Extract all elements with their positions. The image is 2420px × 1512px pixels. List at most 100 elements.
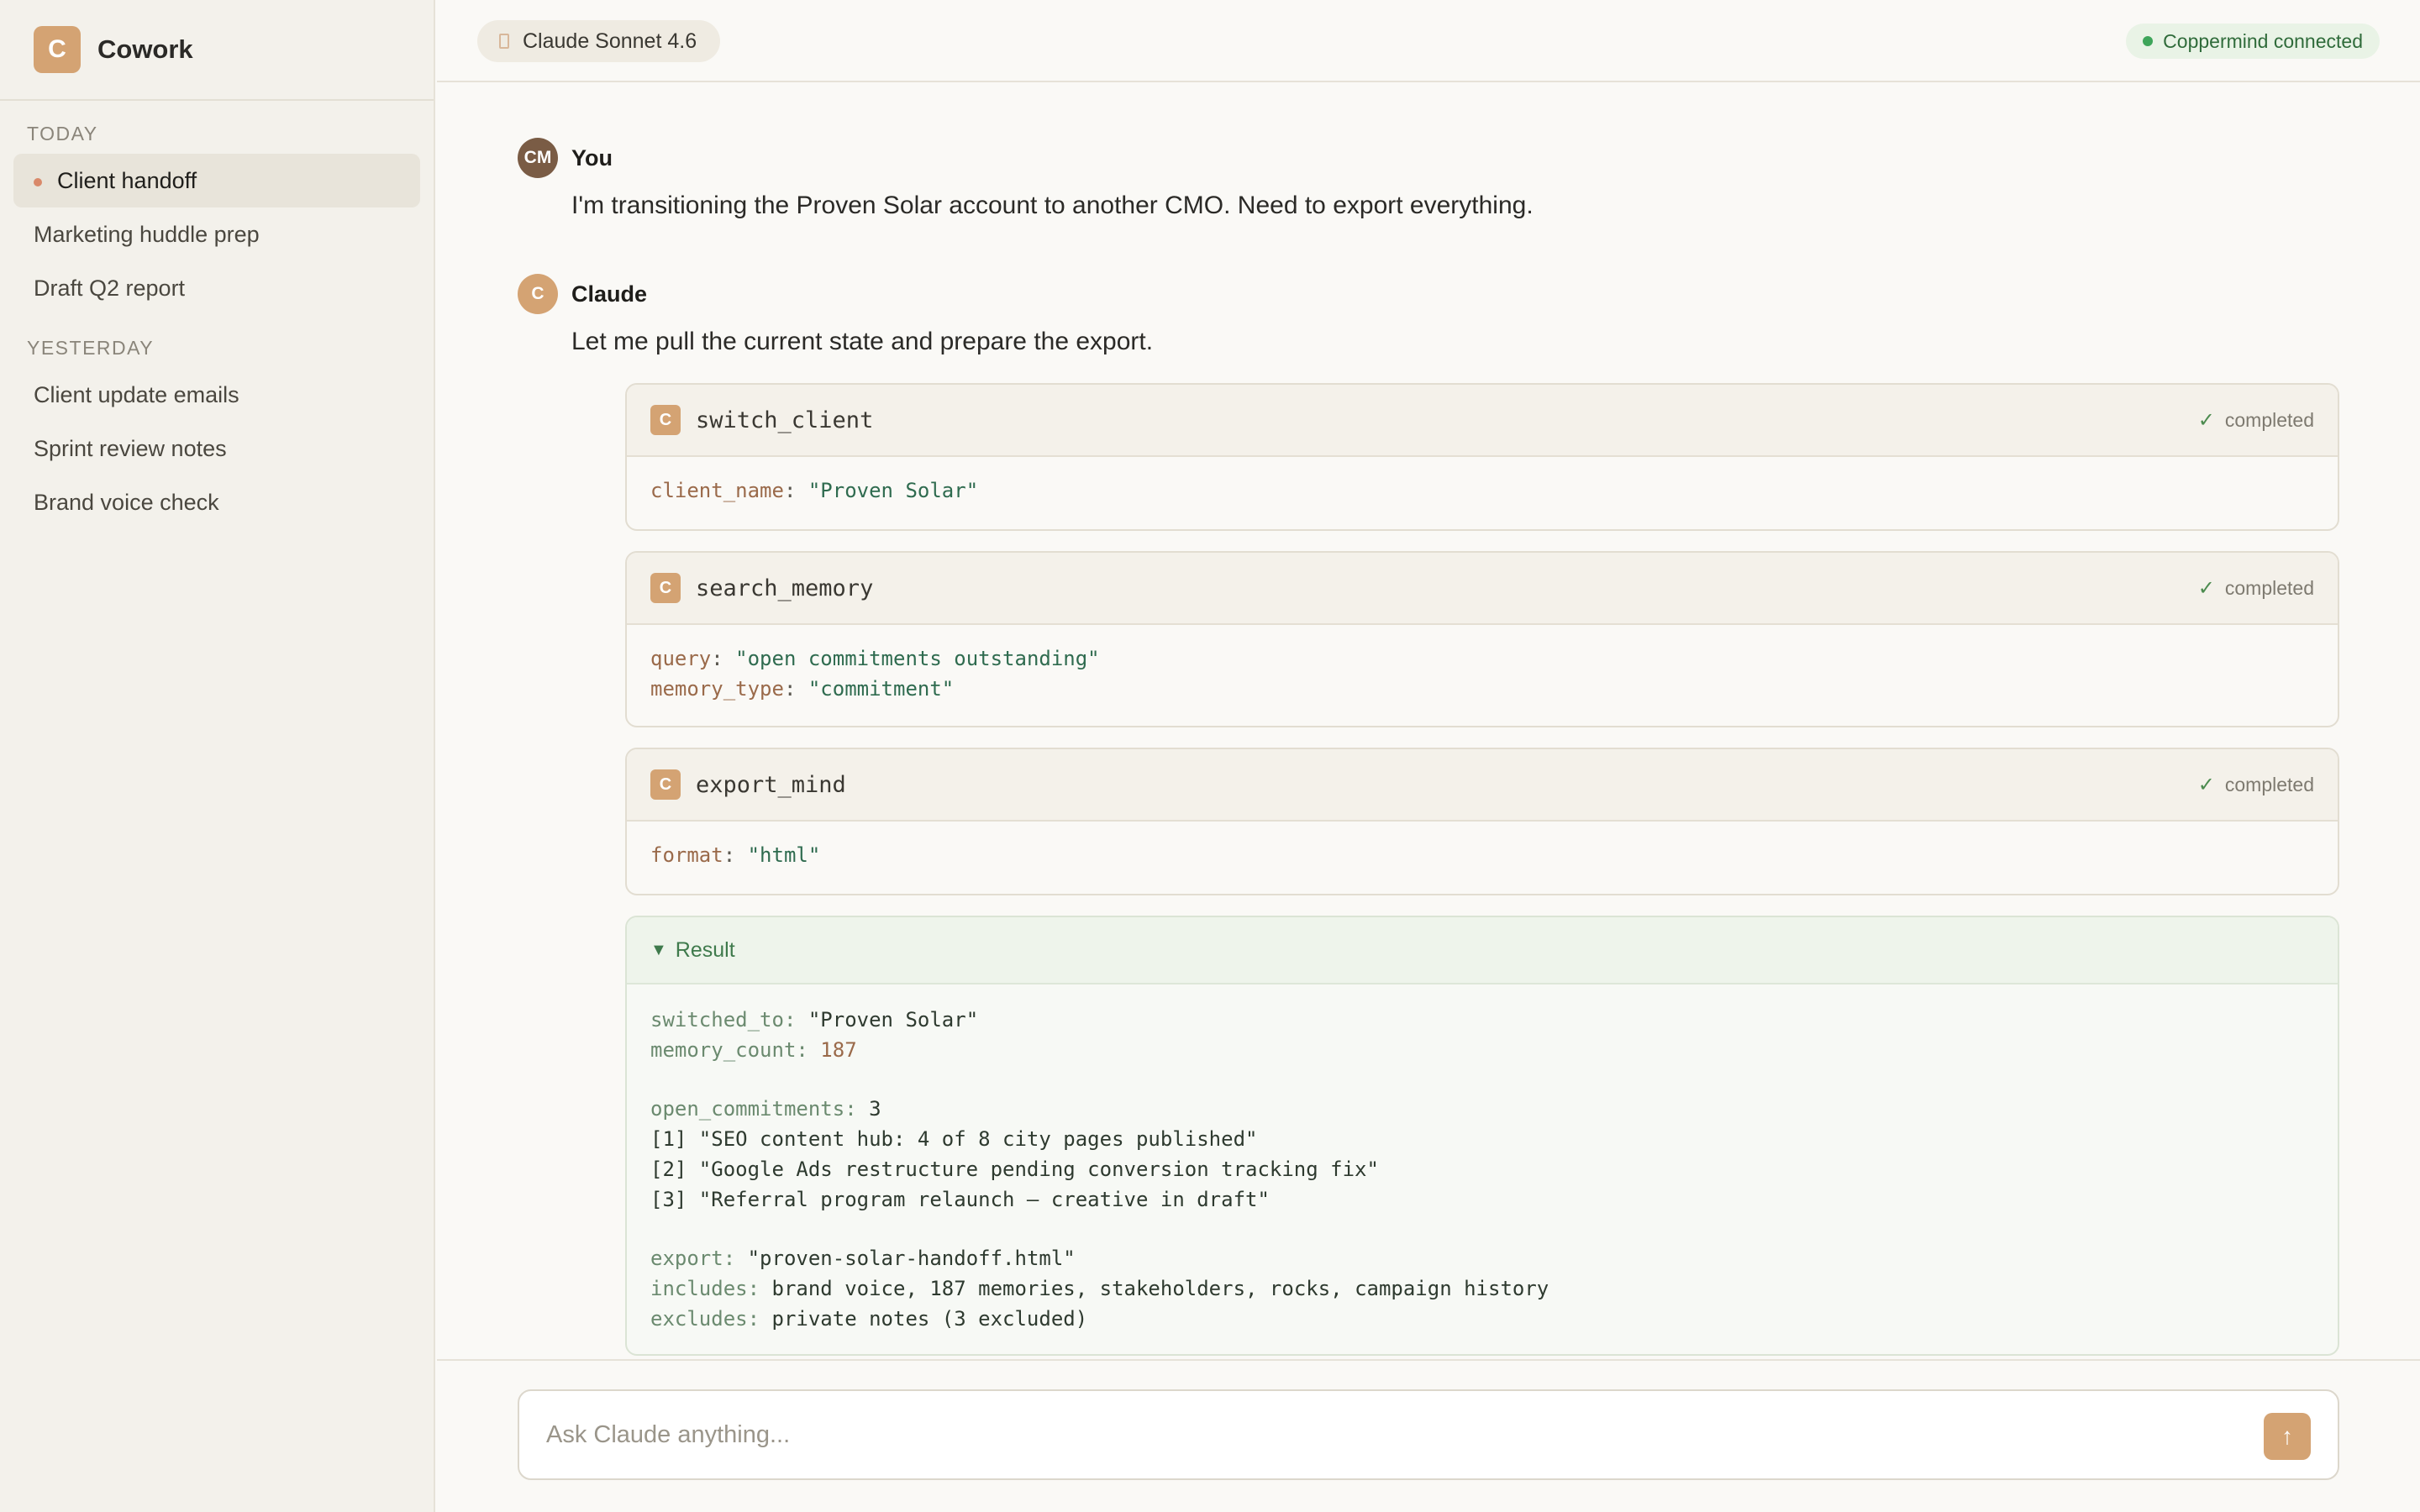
arrow-up-icon: ↑	[2281, 1423, 2293, 1449]
param-row: format: "html"	[650, 843, 821, 867]
tool-name: export_mind	[696, 771, 846, 798]
section-label-today: TODAY	[27, 123, 98, 144]
sidebar-item-label: Brand voice check	[34, 489, 219, 515]
user-message-header: CM You	[518, 138, 613, 178]
result-value: 187	[820, 1038, 857, 1062]
result-row: export: "proven-solar-handoff.html"	[650, 1247, 1076, 1270]
tool-status-text: completed	[2224, 576, 2314, 599]
result-value: "proven-solar-handoff.html"	[747, 1247, 1076, 1270]
result-toggle[interactable]: ▼ Result	[627, 917, 2338, 984]
param-value: "html"	[747, 843, 821, 867]
tool-status: ✓ completed	[2198, 408, 2314, 433]
result-key: includes	[650, 1277, 748, 1300]
sidebar-item-marketing-huddle-prep[interactable]: Marketing huddle prep	[13, 207, 420, 261]
sidebar-item-draft-q2-report[interactable]: Draft Q2 report	[13, 261, 420, 315]
message-author: You	[571, 144, 613, 171]
result-key: open_commitments	[650, 1097, 845, 1121]
tool-call-header[interactable]: C search_memory ✓ completed	[627, 553, 2338, 625]
model-selector[interactable]: Claude Sonnet 4.6	[477, 20, 721, 62]
app-logo: C	[34, 26, 81, 73]
avatar: CM	[518, 138, 558, 178]
assistant-message-header: C Claude	[518, 274, 647, 314]
tool-status-text: completed	[2224, 773, 2314, 795]
send-button[interactable]: ↑	[2264, 1413, 2311, 1460]
tool-call-search-memory[interactable]: C search_memory ✓ completed query: "open…	[625, 551, 2339, 727]
tool-call-header[interactable]: C switch_client ✓ completed	[627, 385, 2338, 457]
sidebar-item-label: Client update emails	[34, 381, 239, 407]
sidebar-item-label: Draft Q2 report	[34, 275, 186, 301]
composer-area: ↑	[437, 1359, 2420, 1512]
commitment-item: [2] "Google Ads restructure pending conv…	[650, 1158, 1379, 1181]
result-key: memory_count	[650, 1038, 797, 1062]
tool-call-switch-client[interactable]: C switch_client ✓ completed client_name:…	[625, 383, 2339, 531]
result-key: switched_to	[650, 1008, 784, 1032]
check-icon: ✓	[2197, 408, 2215, 432]
tool-call-export-mind[interactable]: C export_mind ✓ completed format: "html"	[625, 748, 2339, 895]
sidebar-item-client-update-emails[interactable]: Client update emails	[13, 368, 420, 422]
active-dot-icon	[34, 178, 42, 186]
param-value: "Proven Solar"	[808, 479, 979, 502]
param-key: client_name	[650, 479, 784, 502]
commitment-item: [1] "SEO content hub: 4 of 8 city pages …	[650, 1127, 1258, 1151]
param-value: "commitment"	[808, 677, 955, 701]
result-value: "Proven Solar"	[808, 1008, 979, 1032]
param-value: "open commitments outstanding"	[735, 647, 1100, 670]
param-key: format	[650, 843, 723, 867]
param-key: memory_type	[650, 677, 784, 701]
tool-params: query: "open commitments outstanding" me…	[627, 625, 2338, 722]
tool-status: ✓ completed	[2198, 576, 2314, 601]
result-row: memory_count: 187	[650, 1038, 857, 1062]
tool-status: ✓ completed	[2198, 773, 2314, 797]
avatar: C	[518, 274, 558, 314]
result-row: open_commitments: 3	[650, 1097, 881, 1121]
param-key: query	[650, 647, 712, 670]
param-row: client_name: "Proven Solar"	[650, 479, 979, 502]
sidebar-item-brand-voice-check[interactable]: Brand voice check	[13, 475, 420, 529]
triangle-down-icon: ▼	[650, 940, 667, 959]
message-author: Claude	[571, 281, 648, 307]
tool-icon: C	[650, 405, 681, 435]
tool-call-header[interactable]: C export_mind ✓ completed	[627, 749, 2338, 822]
result-key: export	[650, 1247, 723, 1270]
param-row: query: "open commitments outstanding"	[650, 647, 1100, 670]
result-value: private notes (3 excluded)	[771, 1307, 1088, 1331]
sidebar-item-client-handoff[interactable]: Client handoff	[13, 154, 420, 207]
check-icon: ✓	[2197, 576, 2215, 600]
sidebar-item-sprint-review-notes[interactable]: Sprint review notes	[13, 422, 420, 475]
user-message-text: I'm transitioning the Proven Solar accou…	[571, 192, 1534, 219]
top-bar: Claude Sonnet 4.6 Coppermind connected	[437, 0, 2420, 82]
tool-result-panel: ▼ Result switched_to: "Proven Solar" mem…	[625, 916, 2339, 1356]
tool-name: switch_client	[696, 407, 874, 433]
connection-status-badge: Coppermind connected	[2126, 24, 2380, 59]
result-row: switched_to: "Proven Solar"	[650, 1008, 979, 1032]
assistant-message-text: Let me pull the current state and prepar…	[571, 328, 1154, 355]
chat-input[interactable]	[546, 1420, 2143, 1449]
commitment-item: [3] "Referral program relaunch — creativ…	[650, 1188, 1270, 1211]
result-content: switched_to: "Proven Solar" memory_count…	[627, 984, 2338, 1354]
brand-header: C Cowork	[0, 0, 434, 101]
app-name: Cowork	[97, 34, 193, 64]
result-row: excludes: private notes (3 excluded)	[650, 1307, 1088, 1331]
result-value: brand voice, 187 memories, stakeholders,…	[771, 1277, 1549, 1300]
tool-params: format: "html"	[627, 822, 2338, 889]
status-dot-icon	[2143, 36, 2154, 46]
tool-params: client_name: "Proven Solar"	[627, 457, 2338, 524]
model-name: Claude Sonnet 4.6	[523, 29, 697, 53]
result-row: includes: brand voice, 187 memories, sta…	[650, 1277, 1549, 1300]
result-key: excludes	[650, 1307, 748, 1331]
check-icon: ✓	[2197, 773, 2215, 796]
result-value: 3	[869, 1097, 881, 1121]
sidebar-item-label: Sprint review notes	[34, 435, 227, 461]
param-row: memory_type: "commitment"	[650, 677, 955, 701]
sidebar: C Cowork TODAY Client handoff Marketing …	[0, 0, 435, 1512]
tool-name: search_memory	[696, 575, 874, 601]
sidebar-item-label: Client handoff	[57, 167, 197, 193]
tool-status-text: completed	[2224, 408, 2314, 431]
sidebar-item-label: Marketing huddle prep	[34, 221, 260, 247]
connection-status-text: Coppermind connected	[2163, 29, 2363, 52]
tool-icon: C	[650, 573, 681, 603]
tool-icon: C	[650, 769, 681, 800]
composer: ↑	[518, 1389, 2339, 1480]
section-label-yesterday: YESTERDAY	[27, 337, 155, 359]
result-label: Result	[675, 937, 735, 962]
